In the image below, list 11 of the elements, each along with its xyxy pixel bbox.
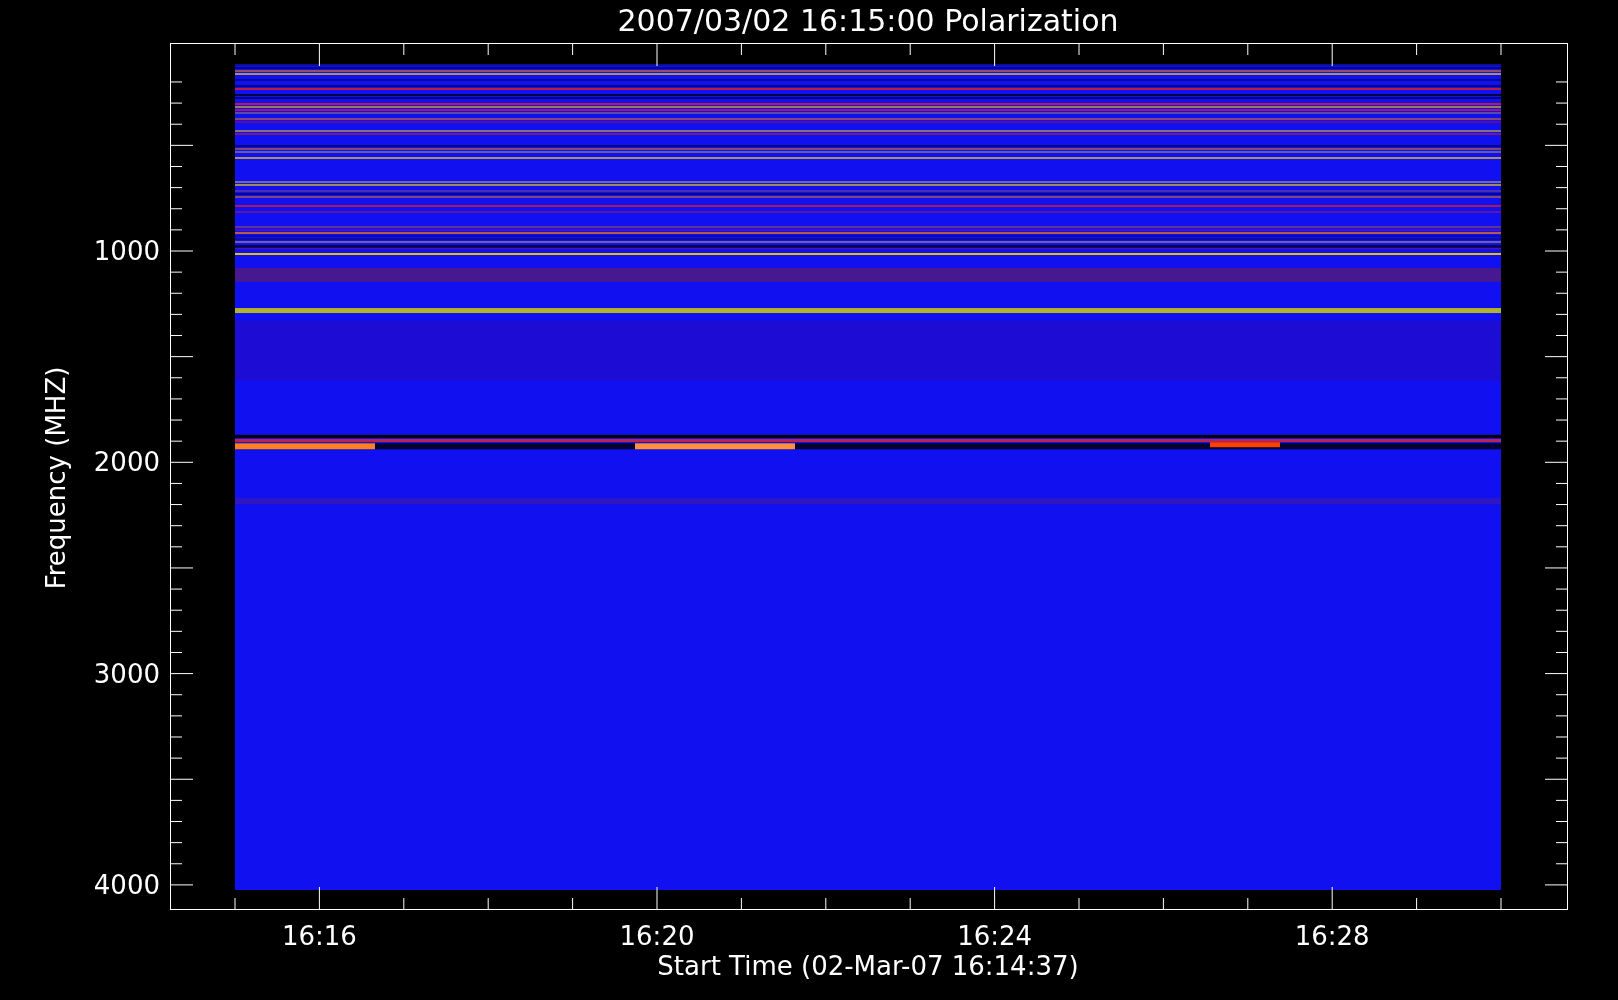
y-tick-label: 3000 [93, 658, 160, 689]
x-tick-label: 16:16 [281, 921, 357, 951]
y-axis-label: Frequency (MHZ) [41, 366, 71, 590]
y-tick-label: 1000 [93, 236, 160, 266]
x-tick-label: 16:24 [957, 921, 1033, 951]
chart-title: 2007/03/02 16:15:00 Polarization [617, 3, 1119, 38]
y-tick-label: 2000 [93, 447, 160, 478]
y-tick-label: 4000 [93, 869, 160, 900]
x-tick-label: 16:20 [619, 921, 695, 951]
x-tick-label: 16:28 [1294, 921, 1370, 951]
x-axis-label: Start Time (02-Mar-07 16:14:37) [657, 951, 1079, 981]
